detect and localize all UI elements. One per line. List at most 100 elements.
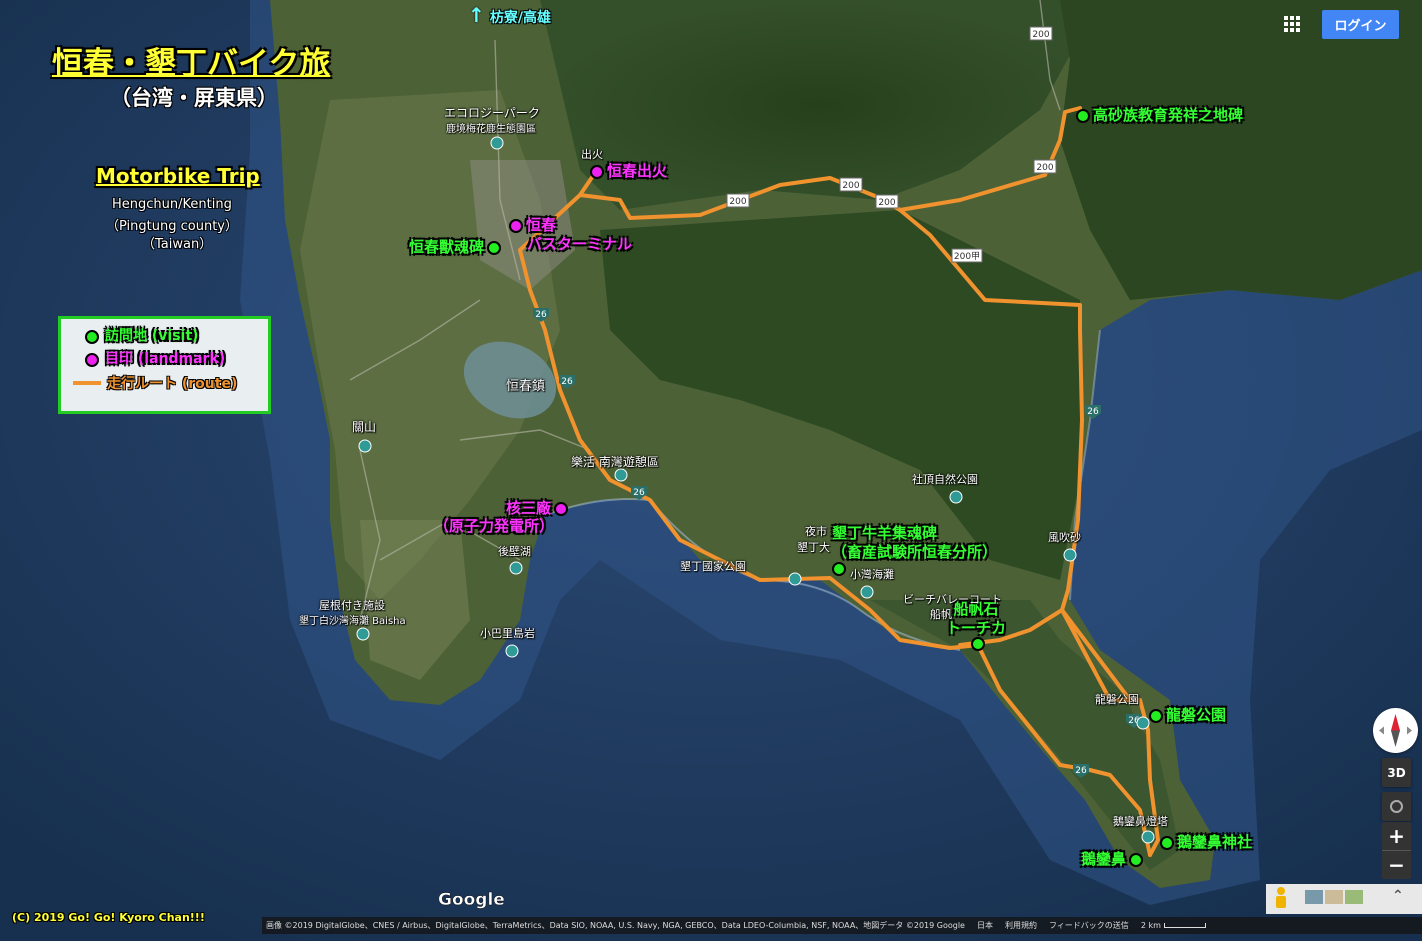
pegman-icon[interactable] [1275,887,1287,909]
visit-label: 恒春獸魂碑 [409,238,485,256]
place-label: エコロジーパーク [444,106,540,120]
feedback-link[interactable]: フィードバックの送信 [1049,920,1129,931]
place-label: 後壁湖 [498,545,531,558]
terms-link[interactable]: 利用規約 [1005,920,1037,931]
visit-dot-icon [85,329,99,344]
layer-thumbnails[interactable] [1305,890,1363,904]
compass-icon [1379,714,1412,747]
landmark-label-sub: バスターミナル [527,235,633,253]
place-label: 屋根付き施設 [319,599,385,612]
visit-label: 鵝鑾鼻 [1081,850,1127,868]
compass-control[interactable] [1373,708,1418,753]
svg-text:200: 200 [878,198,895,208]
legend-visit: 訪問地 (visit) [105,328,199,344]
login-button[interactable]: ログイン [1322,10,1399,39]
svg-text:200甲: 200甲 [954,251,980,262]
attribution-bar: 画像 ©2019 DigitalGlobe、CNES / Airbus、Digi… [262,917,1422,934]
place-label: 龍磐公園 [1095,693,1139,706]
visit-marker-eluanbi-shrine[interactable]: 鵝鑾鼻神社 [1160,833,1252,852]
svg-text:200: 200 [1036,163,1053,173]
svg-text:26: 26 [535,310,547,320]
visit-label-sub: トーチカ [946,619,1007,637]
place-label: 鹿境梅花鹿生態園區 [446,124,536,135]
place-label: 小灣海灘 [850,568,894,581]
road-shield-200: 200 [875,194,899,209]
visit-dot-icon[interactable] [832,562,846,576]
svg-text:26: 26 [561,377,573,387]
road-shield-26: 26 [631,486,647,500]
place-label: 墾丁國家公園 [680,560,746,573]
visit-label: 高砂族教育発祥之地碑 [1093,106,1244,124]
place-label: 船帆 [930,608,952,621]
english-subtitle-2: （Pingtung county） [106,219,238,234]
svg-text:200: 200 [729,197,746,207]
road-shield-200: 200 [839,177,863,192]
place-label: ビーチバレーコート [903,593,1002,606]
place-label: 社頂自然公園 [912,473,978,486]
place-label: 恒春鎮 [506,379,546,394]
place-label: 小巴里島岩 [480,627,535,640]
place-label: 關山 [352,420,377,434]
svg-text:200: 200 [842,181,859,191]
visit-dot-icon [1129,852,1144,867]
satellite-layer-icon [1305,890,1323,904]
visit-marker-eluanbi[interactable]: 鵝鑾鼻 [1081,850,1144,869]
scale-line [1163,923,1206,928]
road-shield-200: 200 [1033,159,1057,174]
visit-marker-longpan[interactable]: 龍磐公園 [1149,706,1226,725]
landmark-marker-chuhuo[interactable]: 恒春出火 [590,162,667,181]
page-subtitle: （台湾・屏東県） [110,86,278,110]
svg-text:26: 26 [1087,407,1099,417]
my-location-button[interactable] [1382,792,1411,821]
road-shield-26: 26 [1073,764,1089,778]
view-3d-button[interactable]: 3D [1382,758,1411,787]
visit-marker-cattle-memorial[interactable]: 墾丁牛羊集魂碑 （畜産試験所恒春分所） [832,524,997,562]
zoom-in-button[interactable]: + [1382,822,1411,851]
visit-dot-icon [1076,108,1090,123]
landmark-label-sub: （原子力発電所） [434,517,555,535]
english-subtitle-1: Hengchun/Kenting [112,197,232,212]
legend-landmark: 目印 (landmark) [105,351,226,367]
road-shield-200: 200 [1029,26,1053,41]
road-shield-26: 26 [1085,405,1101,419]
visit-dot-icon [1149,708,1163,723]
north-label: 枋寮/高雄 [489,10,551,26]
road-shield-200-jia: 200甲 [951,248,983,263]
route-line-icon [73,381,101,385]
scale-bar[interactable]: 2 km [1141,921,1206,930]
north-pointer: ↑ 枋寮/高雄 [468,3,551,27]
legend: 訪問地 (visit) 目印 (landmark) 走行ルート (route) [58,316,271,414]
landmark-dot-icon [85,352,99,367]
apps-grid-icon[interactable] [1284,16,1300,32]
legend-route: 走行ルート (route) [107,376,238,392]
visit-label: 龍磐公園 [1166,706,1227,724]
copyright-notice: (C) 2019 Go! Go! Kyoro Chan!!! [12,911,205,924]
zoom-out-button[interactable]: − [1382,851,1411,879]
landmark-marker-nuclear-plant[interactable]: 核三廠 [506,499,569,518]
visit-dot-icon [487,240,502,255]
place-label: 風吹砂 [1048,531,1081,544]
place-label: 出火 [581,148,603,161]
visit-dot-icon[interactable] [971,637,985,651]
expand-chevron-icon[interactable]: ⌃ [1392,888,1404,904]
svg-text:200: 200 [1032,30,1049,40]
visit-label: 墾丁牛羊集魂碑 [832,524,938,542]
road-shield-26: 26 [559,375,575,389]
satellite-map[interactable]: 200 200 200 200 200 200甲 26 26 26 26 26 … [0,0,1422,941]
place-label: 墾丁大 [797,541,830,554]
region-link[interactable]: 日本 [977,920,993,931]
place-label: 樂活 南灣遊憩區 [571,455,659,469]
visit-marker-takasago[interactable]: 高砂族教育発祥之地碑 [1076,106,1243,125]
scale-label: 2 km [1140,921,1161,930]
landmark-marker-bus-terminal[interactable]: 恒春 [509,216,556,235]
visit-label-sub: （畜産試験所恒春分所） [832,543,998,561]
landmark-label: 恒春出火 [607,162,668,180]
location-icon [1390,800,1403,813]
visit-marker-animal-memorial[interactable]: 恒春獸魂碑 [409,238,502,257]
place-label: 鵝鑾鼻燈塔 [1113,815,1168,828]
road-shield-26: 26 [533,308,549,322]
svg-text:26: 26 [633,488,645,498]
page-title: 恒春・墾丁バイク旅 [52,46,331,82]
svg-text:26: 26 [1075,766,1087,776]
visit-dot-icon [1160,835,1174,850]
